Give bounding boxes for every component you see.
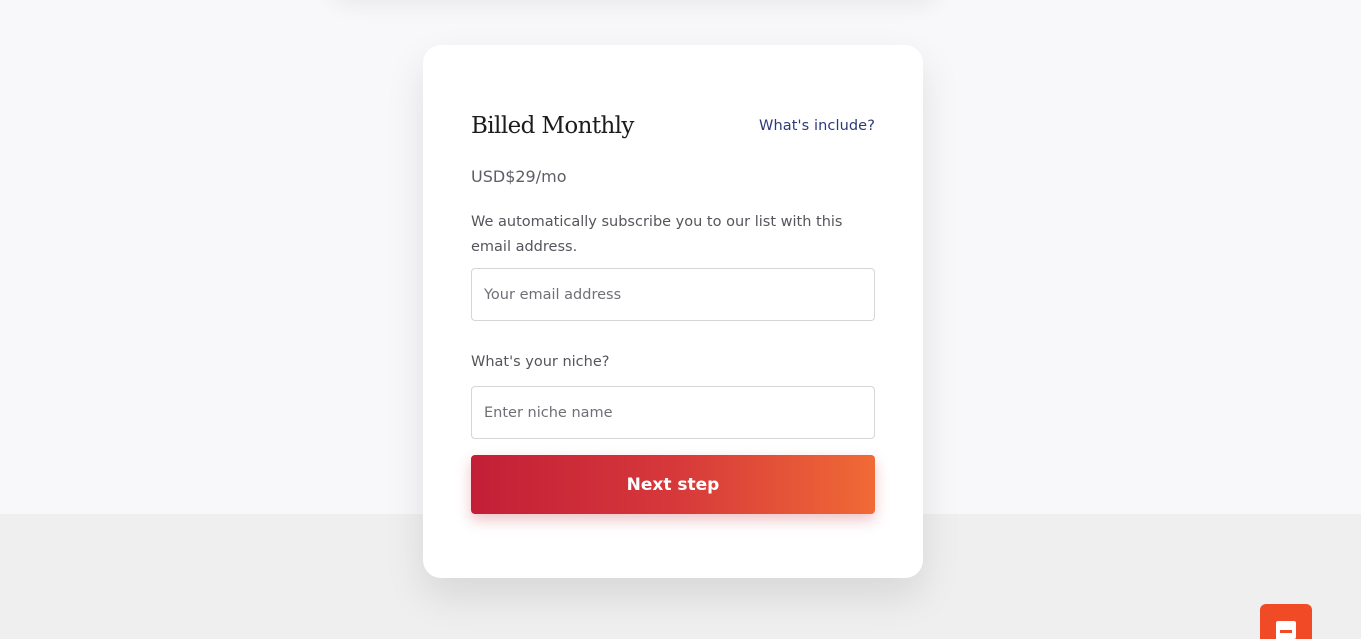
chat-bubble-icon	[1276, 621, 1296, 639]
whats-include-link[interactable]: What's include?	[759, 118, 875, 134]
niche-field[interactable]	[471, 386, 875, 439]
page: Billed Monthly What's include? USD$29/mo…	[0, 0, 1361, 639]
subscribe-helper-text: We automatically subscribe you to our li…	[471, 214, 843, 255]
niche-label: What's your niche?	[471, 354, 610, 370]
plan-price: USD$29/mo	[471, 167, 567, 186]
plan-title: Billed Monthly	[471, 113, 634, 139]
billing-card: Billed Monthly What's include? USD$29/mo…	[423, 45, 923, 578]
chat-widget-button[interactable]	[1260, 604, 1312, 639]
email-field[interactable]	[471, 268, 875, 321]
next-step-button[interactable]: Next step	[471, 455, 875, 514]
